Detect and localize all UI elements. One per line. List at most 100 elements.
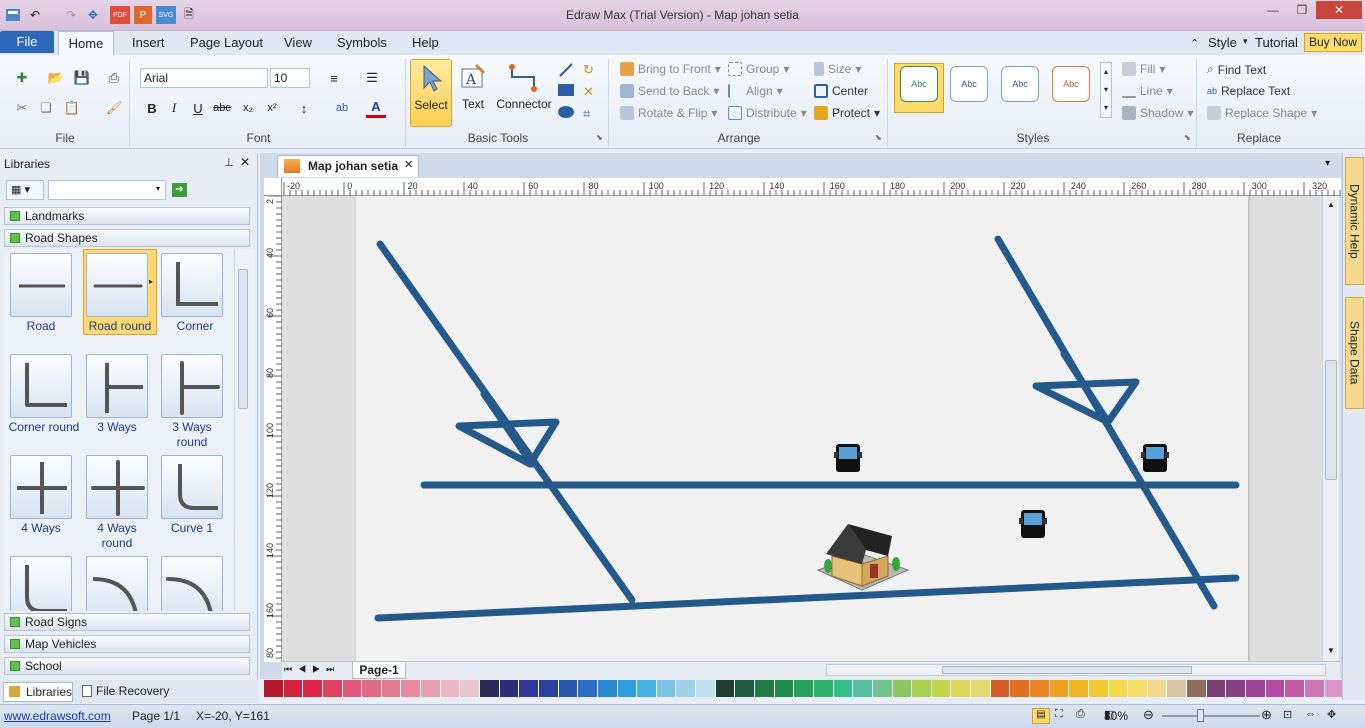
menu-tutorial[interactable]: Tutorial [1253, 31, 1300, 55]
palette-swatch[interactable] [696, 680, 716, 697]
palette-swatch[interactable] [558, 680, 579, 697]
select-tool-button[interactable]: Select [410, 59, 452, 127]
gallery-scroll-thumb[interactable] [238, 269, 248, 409]
palette-swatch[interactable] [755, 680, 775, 697]
shape-curve-1[interactable] [161, 455, 223, 519]
maximize-button[interactable]: ❐ [1287, 1, 1317, 19]
bullets-icon[interactable]: ☰ [362, 68, 382, 88]
distribute-button[interactable]: Distribute ▾ [728, 106, 807, 120]
print-view-icon[interactable]: ⎙ [1076, 708, 1085, 721]
library-search-input[interactable] [48, 180, 166, 200]
basic-tools-launcher-icon[interactable]: ⬊ [596, 133, 603, 142]
close-document-icon[interactable]: ✕ [404, 158, 413, 171]
open-icon[interactable]: 📂 [46, 68, 66, 88]
palette-swatch[interactable] [637, 680, 657, 697]
library-category-road-shapes[interactable]: Road Shapes [4, 229, 250, 247]
palette-swatch[interactable] [715, 680, 736, 697]
color-palette[interactable] [264, 680, 1345, 697]
scroll-up-icon[interactable]: ▲ [1327, 200, 1335, 209]
palette-swatch[interactable] [381, 680, 402, 697]
palette-swatch[interactable] [617, 680, 638, 697]
close-libraries-icon[interactable]: ✕ [240, 155, 250, 169]
palette-swatch[interactable] [421, 680, 441, 697]
palette-swatch[interactable] [440, 680, 461, 697]
car-icon[interactable] [1019, 510, 1047, 538]
scroll-down-icon[interactable]: ▼ [1327, 646, 1335, 655]
menu-page-layout[interactable]: Page Layout [188, 31, 265, 55]
palette-swatch[interactable] [1167, 680, 1188, 697]
palette-swatch[interactable] [931, 680, 952, 697]
shape-corner-round[interactable] [10, 354, 72, 418]
palette-swatch[interactable] [322, 680, 343, 697]
file-recovery-tab[interactable]: File Recovery [80, 682, 180, 702]
rotate-flip-button[interactable]: Rotate & Flip ▾ [620, 106, 717, 120]
menu-home[interactable]: Home [58, 31, 114, 56]
road-upper[interactable] [374, 574, 1240, 622]
line-spacing-icon[interactable]: ↕ [294, 98, 314, 118]
protect-button[interactable]: Protect ▾ [814, 106, 880, 120]
palette-swatch[interactable] [1304, 680, 1325, 697]
shape-dropdown-icon[interactable]: ▸ [149, 277, 153, 286]
replace-shape-button[interactable]: Replace Shape ▾ [1207, 106, 1317, 120]
palette-swatch[interactable] [499, 680, 520, 697]
palette-swatch[interactable] [1265, 680, 1286, 697]
shape-corner[interactable] [161, 253, 223, 317]
palette-swatch[interactable] [538, 680, 559, 697]
palette-swatch[interactable] [401, 680, 422, 697]
palette-swatch[interactable] [794, 680, 814, 697]
canvas-horizontal-scrollbar[interactable] [826, 664, 1326, 676]
shape-data-tab[interactable]: Shape Data [1345, 297, 1364, 409]
font-size-select[interactable]: 10 [270, 68, 310, 88]
style-swatch-3[interactable]: Abc [1001, 66, 1039, 102]
arc-tool-icon[interactable]: ↻ [583, 62, 594, 78]
library-category-map-vehicles[interactable]: Map Vehicles [4, 635, 250, 653]
menu-file[interactable]: File [0, 31, 54, 53]
palette-swatch[interactable] [676, 680, 697, 697]
shape-curve-2[interactable] [10, 556, 72, 611]
palette-swatch[interactable] [1285, 680, 1305, 697]
new-icon[interactable]: ✚ [12, 68, 32, 88]
pen-tool-icon[interactable]: ✕ [583, 84, 594, 100]
arrange-launcher-icon[interactable]: ⬊ [875, 133, 882, 142]
menu-insert[interactable]: Insert [130, 31, 167, 55]
shape-road-round[interactable] [86, 253, 148, 317]
palette-swatch[interactable] [578, 680, 598, 697]
highlight-icon[interactable]: ab [332, 98, 352, 118]
library-category-school[interactable]: School [4, 657, 250, 675]
go-arrow-icon[interactable]: ➔ [172, 183, 187, 197]
palette-swatch[interactable] [1246, 680, 1266, 697]
palette-swatch[interactable] [951, 680, 972, 697]
palette-swatch[interactable] [1187, 680, 1207, 697]
zoom-slider-thumb[interactable] [1197, 709, 1204, 722]
group-button[interactable]: Group ▾ [728, 62, 789, 76]
palette-swatch[interactable] [912, 680, 932, 697]
palette-swatch[interactable] [735, 680, 756, 697]
library-menu-button[interactable]: ▦ ▾ [6, 180, 44, 200]
buy-now-button[interactable]: Buy Now [1304, 33, 1362, 52]
strikethrough-icon[interactable]: abc [212, 98, 232, 118]
bold-icon[interactable]: B [142, 98, 162, 118]
line-button[interactable]: Line ▾ [1122, 84, 1173, 98]
replace-text-button[interactable]: ab Replace Text [1207, 84, 1290, 98]
styles-launcher-icon[interactable]: ⬊ [1184, 133, 1191, 142]
print-icon[interactable]: ⎙ [104, 68, 124, 88]
house-icon[interactable] [816, 524, 910, 591]
center-button[interactable]: Center [814, 84, 868, 98]
bring-to-front-button[interactable]: Bring to Front ▾ [620, 62, 721, 76]
menu-help[interactable]: Help [410, 31, 441, 55]
palette-swatch[interactable] [971, 680, 991, 697]
palette-swatch[interactable] [892, 680, 913, 697]
shape-3-ways[interactable] [86, 354, 148, 418]
minimize-button[interactable]: — [1258, 1, 1288, 19]
palette-swatch[interactable] [1147, 680, 1168, 697]
font-name-select[interactable]: Arial [140, 68, 268, 88]
palette-swatch[interactable] [1206, 680, 1227, 697]
palette-swatch[interactable] [1069, 680, 1089, 697]
superscript-icon[interactable]: x² [262, 98, 282, 118]
fit-window-icon[interactable]: ⊡ [1283, 708, 1292, 721]
shape-arc[interactable] [86, 556, 148, 611]
line-tool-icon[interactable] [558, 62, 574, 78]
gallery-scrollbar[interactable] [234, 249, 250, 611]
close-window-button[interactable]: ✕ [1316, 1, 1362, 19]
size-button[interactable]: Size ▾ [814, 62, 861, 76]
